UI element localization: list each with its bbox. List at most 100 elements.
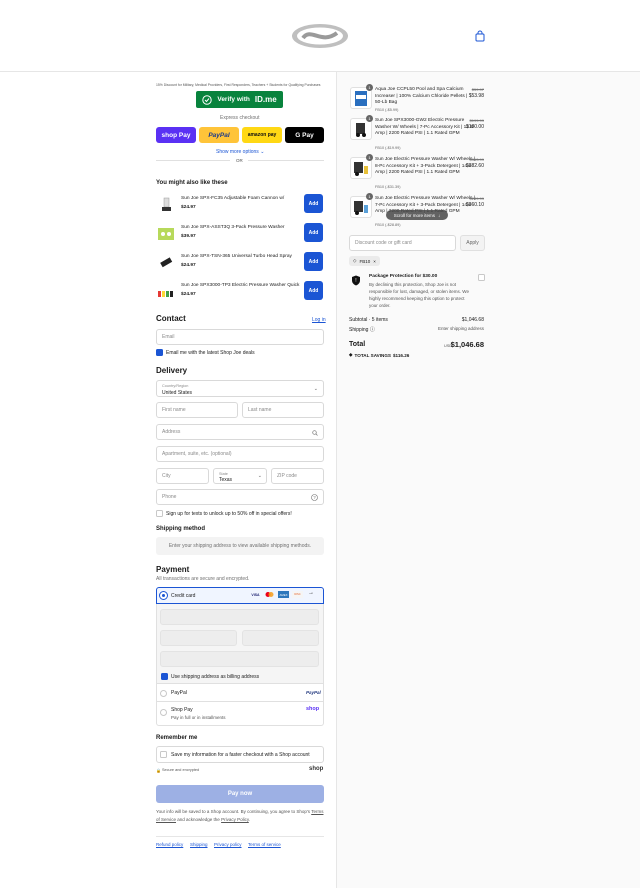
order-item-name: Aqua Joe CCPL50 Pool and Spa Calcium Inc… (375, 87, 468, 106)
card-number-field[interactable] (160, 609, 319, 625)
quantity-badge: 1 (366, 115, 373, 122)
savings-label: TOTAL SAVINGS (354, 352, 391, 358)
scroll-more-pill[interactable]: Scroll for more items ↓ (386, 210, 448, 220)
add-button[interactable]: Add (304, 252, 323, 271)
credit-card-radio[interactable] (159, 591, 168, 600)
apartment-placeholder: Apartment, suite, etc. (optional) (162, 451, 232, 457)
paypal-express-button[interactable]: PayPal (199, 127, 239, 143)
email-news-checkbox[interactable] (156, 349, 163, 356)
country-select[interactable]: Country/Region United States ⌄ (156, 380, 324, 397)
log-in-link[interactable]: Log in (312, 317, 326, 323)
order-item-old-price: $313.99 (469, 157, 484, 162)
search-icon (312, 430, 318, 436)
amazon-pay-button[interactable]: amazon pay (242, 127, 282, 143)
refund-policy-link[interactable]: Refund policy (156, 842, 183, 847)
privacy-policy-link[interactable]: Privacy policy (214, 842, 242, 847)
show-more-label: Show more options (216, 149, 259, 155)
scroll-more-label: Scroll for more items (393, 212, 435, 218)
discount-code-field[interactable]: Discount code or gift card (349, 235, 456, 251)
city-placeholder: City (162, 473, 171, 479)
add-button[interactable]: Add (304, 223, 323, 242)
verify-idme-button[interactable]: Verify with ID.me (196, 91, 283, 108)
billing-same-label: Use shipping address as billing address (171, 674, 260, 680)
help-circle-icon[interactable]: ? (311, 494, 318, 501)
rec-item-price: $39.97 (181, 234, 196, 239)
shipping-method-notice: Enter your shipping address to view avai… (156, 537, 324, 555)
quantity-badge: 1 (366, 154, 373, 161)
total-label: Total (349, 341, 366, 348)
rec-item-name: Sun Joe SPX-ASST3Q 3-Pack Pressure Washe… (181, 225, 285, 230)
order-item-discount: FB10 (-$31.39) (375, 185, 401, 189)
quantity-badge: 1 (366, 84, 373, 91)
add-button[interactable]: Add (304, 281, 323, 300)
close-icon[interactable]: × (373, 259, 376, 264)
turbo-spray-image (160, 257, 173, 268)
chevron-down-icon: ⌄ (257, 473, 262, 479)
remember-label: Save my information for a faster checkou… (171, 752, 310, 758)
state-value: Texas (219, 477, 233, 483)
discover-icon: DISC (292, 591, 303, 598)
billing-same-checkbox[interactable] (161, 673, 168, 680)
sms-signup-label: Sign up for texts to unlock up to 50% of… (166, 511, 292, 517)
first-name-placeholder: First name (162, 407, 186, 413)
country-value: United States (162, 390, 193, 396)
expiry-field[interactable] (160, 630, 237, 646)
shop-pay-option[interactable] (156, 702, 324, 726)
email-field[interactable]: Email (156, 329, 324, 345)
express-checkout-label: Express checkout (220, 115, 260, 121)
rec-item-price: $24.97 (181, 263, 196, 268)
rec-item-name: Sun Joe SPX3000-TP3 Electric Pressure Wa… (181, 283, 300, 288)
country-label: Country/Region (162, 384, 189, 388)
rec-item-name: Sun Joe SPX-TSN-365 Universal Turbo Head… (181, 254, 292, 259)
shipping-link[interactable]: Shipping (190, 842, 208, 847)
security-code-field[interactable] (242, 630, 319, 646)
shipping-method-title: Shipping method (156, 526, 205, 532)
paypal-logo-icon: PayPal (306, 690, 321, 695)
phone-field[interactable]: Phone ? (156, 489, 324, 505)
apply-button[interactable]: Apply (460, 235, 485, 251)
google-pay-button[interactable]: G Pay (285, 127, 324, 143)
brand-logo-icon[interactable] (291, 23, 349, 49)
order-item-name: Sun Joe SPX3000-GW2 Electric Pressure Wa… (375, 118, 475, 137)
info-icon[interactable]: ⓘ (370, 327, 375, 333)
shipping-label-text: Shipping (349, 327, 369, 333)
privacy-link[interactable]: Privacy Policy (221, 817, 249, 822)
shop-logo-icon: shop (306, 706, 320, 712)
apartment-field[interactable]: Apartment, suite, etc. (optional) (156, 446, 324, 462)
first-name-field[interactable]: First name (156, 402, 238, 418)
state-select[interactable]: State Texas ⌄ (213, 468, 267, 484)
paypal-radio[interactable] (160, 690, 167, 697)
rec-item-price: $24.97 (181, 292, 196, 297)
svg-text:?: ? (313, 495, 316, 500)
show-more-options-link[interactable]: Show more options ⌄ (216, 149, 264, 155)
name-on-card-field[interactable] (160, 651, 319, 667)
shop-pay-button[interactable]: shop Pay (156, 127, 196, 143)
order-item-price: $260.10 (465, 202, 484, 208)
pay-now-button[interactable]: Pay now (156, 785, 324, 803)
shopping-bag-icon[interactable] (474, 30, 486, 42)
last-name-field[interactable]: Last name (242, 402, 324, 418)
header (0, 0, 640, 72)
sms-signup-checkbox[interactable] (156, 510, 163, 517)
subtotal-value: $1,046.68 (461, 317, 484, 323)
address-field[interactable]: Address (156, 424, 324, 440)
foam-cannon-image (162, 197, 171, 211)
shop-pay-subtitle: Pay in full or in installments (171, 715, 226, 720)
order-item-price: $282.60 (465, 163, 484, 169)
terms-of-service-link[interactable]: Terms of service (248, 842, 281, 847)
applied-discount-tag: ◇ FB10 × (349, 256, 380, 266)
order-item-price: $180.00 (465, 124, 484, 130)
svg-text:!: ! (355, 278, 356, 284)
add-button[interactable]: Add (304, 194, 323, 213)
shop-pay-radio[interactable] (160, 709, 167, 716)
order-summary (337, 72, 640, 888)
payment-title: Payment (156, 565, 190, 574)
email-news-label: Email me with the latest Shop Joe deals (166, 350, 255, 356)
zip-field[interactable]: ZIP code (271, 468, 324, 484)
city-field[interactable]: City (156, 468, 209, 484)
protection-checkbox[interactable] (478, 274, 485, 281)
savings-value: $116.26 (392, 352, 410, 358)
shop-pay-label: Shop Pay (171, 707, 193, 713)
remember-checkbox[interactable] (160, 751, 167, 758)
delivery-title: Delivery (156, 366, 188, 375)
